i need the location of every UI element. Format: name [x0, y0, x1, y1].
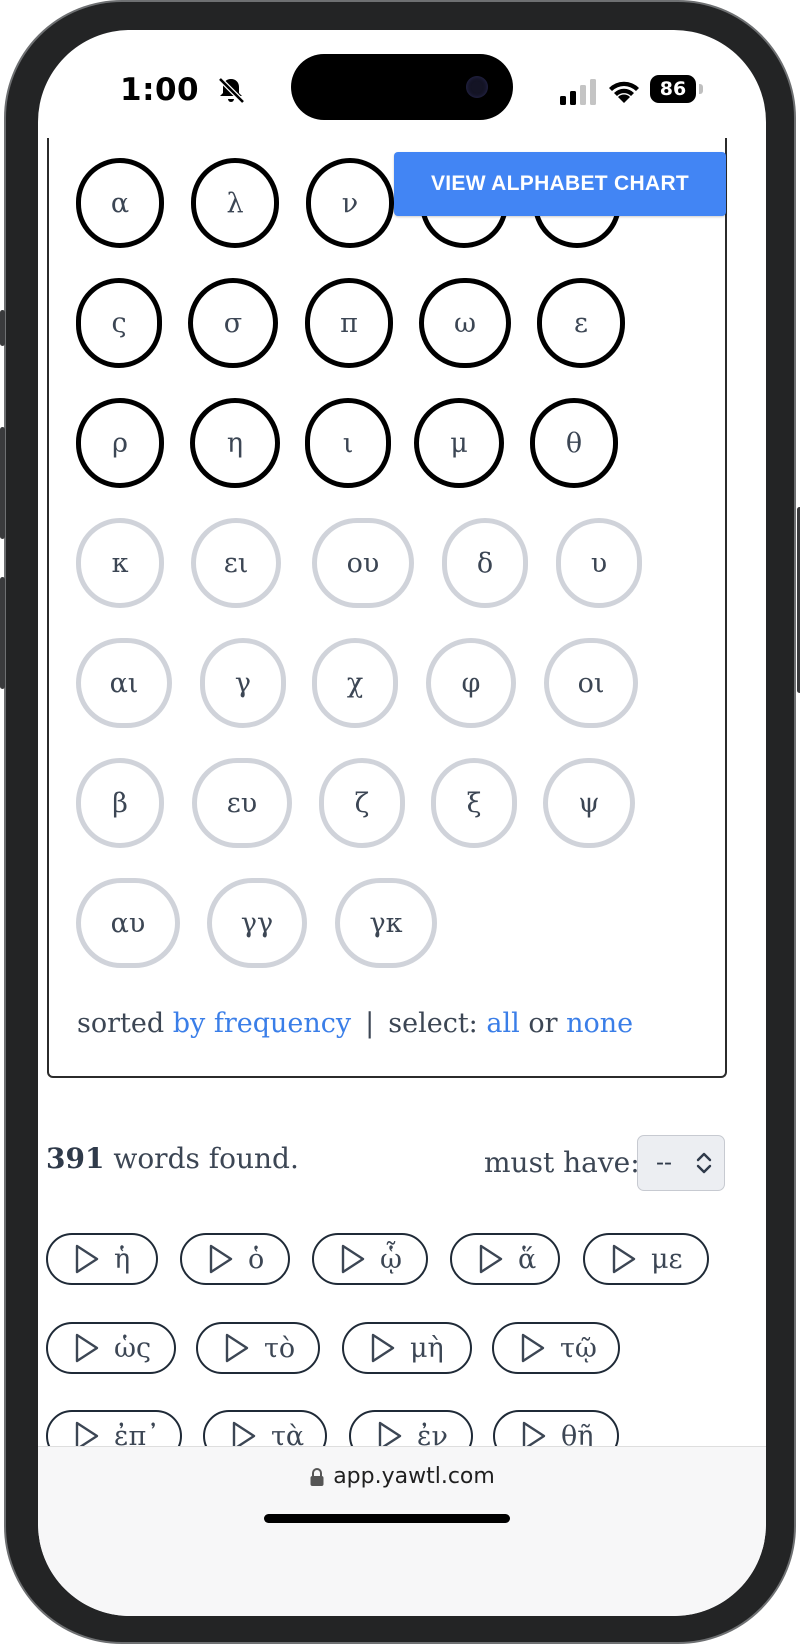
home-indicator[interactable]: [264, 1514, 510, 1523]
screen: 1:00 86 α λ ν ς σ π ω ε ρ η ι μ θ κ ει ο…: [38, 30, 766, 1616]
letter-toggle[interactable]: ψ: [543, 758, 635, 848]
letter-toggle[interactable]: ου: [312, 518, 414, 608]
letter-toggle[interactable]: φ: [426, 638, 516, 728]
word-play-button[interactable]: ὁ: [180, 1233, 290, 1285]
letter-toggle[interactable]: ν: [306, 158, 394, 248]
play-icon: [75, 1244, 99, 1274]
words-found-count: 391 words found.: [46, 1142, 299, 1175]
word-play-button[interactable]: τῷ: [492, 1322, 620, 1374]
word-play-button[interactable]: ὡς: [46, 1322, 176, 1374]
word-play-button[interactable]: ἅ: [450, 1233, 560, 1285]
word-text: ᾧ: [380, 1243, 403, 1275]
battery-indicator: 86: [650, 75, 696, 103]
word-play-button[interactable]: ᾧ: [312, 1233, 428, 1285]
word-text: τὸ: [264, 1332, 296, 1364]
letter-toggle[interactable]: αυ: [76, 878, 180, 968]
letter-toggle[interactable]: ω: [419, 278, 511, 368]
letter-toggle[interactable]: η: [190, 398, 280, 488]
play-icon: [612, 1244, 636, 1274]
letter-toggle[interactable]: ζ: [319, 758, 405, 848]
or-label: or: [528, 1008, 558, 1039]
letter-toggle[interactable]: δ: [442, 518, 528, 608]
word-text: ὁ: [248, 1243, 265, 1275]
chevron-up-down-icon: [696, 1152, 712, 1174]
word-text: ἅ: [518, 1243, 537, 1275]
silent-bell-icon: [218, 77, 245, 104]
address-bar[interactable]: app.yawtl.com: [38, 1464, 766, 1489]
phone-frame: 1:00 86 α λ ν ς σ π ω ε ρ η ι μ θ κ ει ο…: [0, 0, 800, 1644]
play-icon: [75, 1333, 99, 1363]
word-play-button[interactable]: με: [583, 1233, 709, 1285]
letter-toggle[interactable]: ι: [305, 398, 391, 488]
volume-down-button: [0, 577, 5, 689]
letter-toggle[interactable]: οι: [544, 638, 638, 728]
wifi-icon: [609, 81, 639, 103]
camera-icon: [466, 76, 488, 98]
play-icon: [341, 1244, 365, 1274]
select-label: select:: [388, 1008, 478, 1039]
mute-switch: [0, 310, 5, 346]
word-play-button[interactable]: ἡ: [46, 1233, 158, 1285]
play-icon: [209, 1244, 233, 1274]
letter-toggle[interactable]: β: [76, 758, 164, 848]
play-icon: [521, 1333, 545, 1363]
letter-toggle[interactable]: ξ: [431, 758, 517, 848]
word-text: με: [651, 1243, 683, 1275]
letter-toggle[interactable]: λ: [191, 158, 279, 248]
word-text: ἡ: [114, 1243, 131, 1275]
words-found-label: words found.: [113, 1142, 299, 1175]
select-none-link[interactable]: none: [566, 1008, 633, 1039]
word-text: τῷ: [560, 1332, 597, 1364]
lock-icon: [310, 1467, 324, 1486]
cellular-signal-icon: [560, 79, 596, 105]
letter-toggle[interactable]: ς: [76, 278, 162, 368]
play-icon: [371, 1333, 395, 1363]
play-icon: [479, 1244, 503, 1274]
letter-toggle[interactable]: υ: [556, 518, 642, 608]
select-all-link[interactable]: all: [486, 1008, 519, 1039]
sort-select-line: sorted by frequency | select: all or none: [77, 1008, 633, 1039]
separator: |: [365, 1008, 375, 1039]
letter-toggle[interactable]: γκ: [335, 878, 437, 968]
word-text: ὡς: [114, 1332, 152, 1364]
must-have-label: must have:: [484, 1146, 640, 1179]
volume-up-button: [0, 427, 5, 539]
letter-toggle[interactable]: ρ: [76, 398, 164, 488]
play-icon: [225, 1333, 249, 1363]
word-text: μὴ: [410, 1332, 444, 1364]
letter-toggle[interactable]: ευ: [192, 758, 292, 848]
letter-toggle[interactable]: γ: [200, 638, 286, 728]
letter-toggle[interactable]: μ: [414, 398, 504, 488]
status-time: 1:00: [120, 72, 200, 108]
dynamic-island: [291, 54, 513, 120]
view-alphabet-chart-button[interactable]: VIEW ALPHABET CHART: [394, 152, 726, 216]
letter-toggle[interactable]: π: [305, 278, 393, 368]
letter-toggle[interactable]: α: [76, 158, 164, 248]
word-play-button[interactable]: τὸ: [196, 1322, 320, 1374]
sorted-label: sorted: [77, 1008, 165, 1039]
letter-toggle[interactable]: θ: [530, 398, 618, 488]
must-have-value: --: [656, 1149, 672, 1176]
must-have-select[interactable]: --: [637, 1135, 725, 1191]
letter-toggle[interactable]: χ: [312, 638, 398, 728]
letter-toggle[interactable]: αι: [76, 638, 172, 728]
sort-by-frequency-link[interactable]: by frequency: [173, 1008, 351, 1039]
letter-toggle[interactable]: σ: [188, 278, 278, 368]
word-count: 391: [46, 1142, 105, 1175]
letter-toggle[interactable]: ε: [537, 278, 625, 368]
letter-toggle[interactable]: κ: [76, 518, 164, 608]
letter-toggle[interactable]: γγ: [207, 878, 307, 968]
battery-cap: [699, 84, 703, 94]
letter-toggle[interactable]: ει: [191, 518, 281, 608]
url-text: app.yawtl.com: [333, 1464, 495, 1489]
word-play-button[interactable]: μὴ: [342, 1322, 472, 1374]
